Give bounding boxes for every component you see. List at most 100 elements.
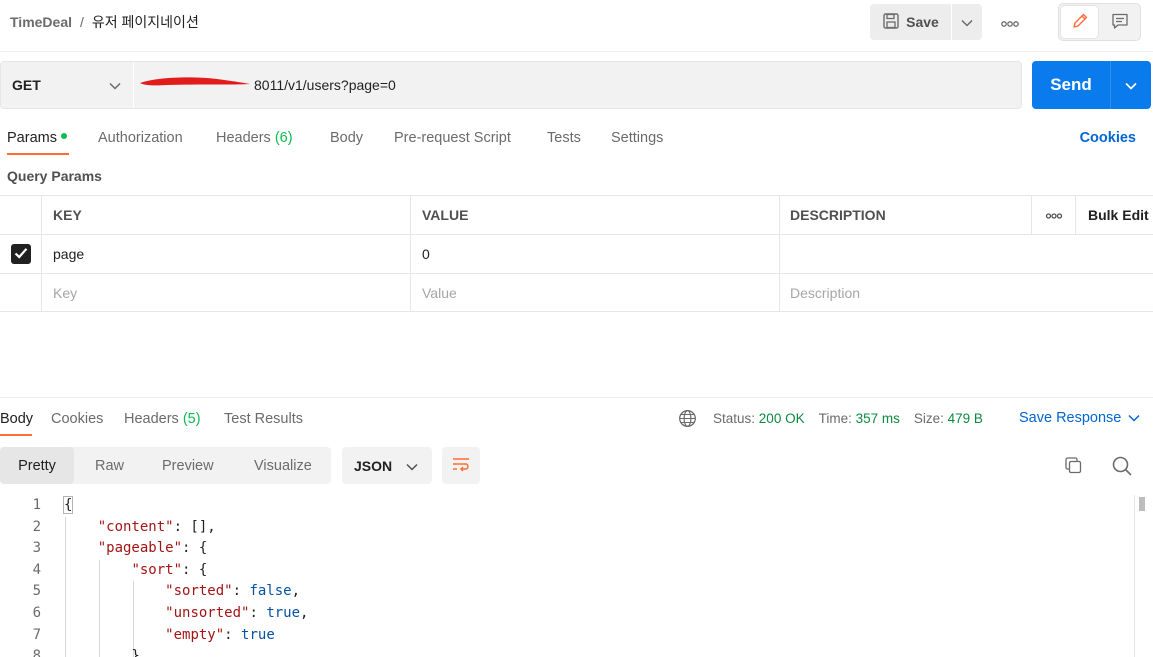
response-headers-count: (5) (182, 411, 201, 427)
query-params-heading: Query Params (7, 168, 102, 184)
size-value[interactable]: 479 B (948, 411, 983, 426)
header-check-cell (0, 196, 42, 234)
status-value[interactable]: 200 OK (759, 411, 805, 426)
url-input[interactable]: 8011/v1/users?page=0 (134, 62, 1021, 108)
request-name[interactable]: 유저 페이지네이션 (92, 12, 199, 32)
more-horizontal-icon (1045, 207, 1063, 223)
more-actions-button[interactable] (996, 12, 1024, 34)
save-options-dropdown[interactable] (952, 4, 982, 40)
size-label: Size: (913, 411, 944, 426)
cookies-link[interactable]: Cookies (1080, 130, 1136, 146)
response-divider[interactable] (0, 397, 1153, 398)
comments-button[interactable] (1101, 6, 1138, 38)
code-line: 2 "content": [], (0, 517, 1153, 539)
code-text: "sort": { (131, 561, 208, 578)
time-value[interactable]: 357 ms (856, 411, 900, 426)
tab-params-label: Params (7, 130, 57, 146)
search-response-button[interactable] (1111, 455, 1133, 477)
send-button[interactable]: Send (1032, 61, 1110, 109)
copy-response-button[interactable] (1063, 455, 1085, 477)
line-number: 7 (32, 626, 41, 643)
row-checkbox-cell (0, 274, 42, 311)
code-line: 5 "sorted": false, (0, 581, 1153, 603)
wrap-lines-button[interactable] (442, 447, 480, 484)
method-label: GET (12, 77, 41, 93)
response-tab-test-results[interactable]: Test Results (224, 411, 303, 427)
chevron-down-icon (961, 14, 973, 30)
line-number: 5 (32, 583, 41, 600)
tab-body[interactable]: Body (330, 130, 363, 146)
request-tabs: Params Authorization Headers (6) Body Pr… (0, 124, 1153, 158)
table-header-row: KEY VALUE DESCRIPTION Bulk Edit (0, 195, 1153, 234)
save-response-button[interactable]: Save Response (1019, 410, 1140, 426)
code-line: 3 "pageable": { (0, 538, 1153, 560)
response-tab-body[interactable]: Body (0, 411, 33, 427)
format-preview[interactable]: Preview (162, 447, 214, 484)
code-text: "unsorted": true, (165, 604, 309, 621)
bulk-edit-button[interactable]: Bulk Edit (1075, 196, 1153, 234)
code-line: 8 }, (0, 646, 1153, 657)
tab-settings[interactable]: Settings (611, 130, 663, 146)
format-pretty[interactable]: Pretty (0, 447, 74, 484)
format-raw[interactable]: Raw (95, 447, 124, 484)
method-select[interactable]: GET (1, 62, 134, 108)
active-response-tab-indicator (0, 434, 32, 436)
pencil-icon (1070, 11, 1090, 34)
line-number: 6 (32, 604, 41, 621)
chevron-down-icon (109, 77, 121, 93)
response-tabs: Body Cookies Headers (5) Test Results St… (0, 404, 1153, 438)
response-body-editor[interactable]: 1{ 2 "content": [], 3 "pageable": { 4 "s… (0, 495, 1153, 657)
param-description-cell[interactable] (779, 235, 1032, 273)
response-tab-headers[interactable]: Headers (5) (124, 411, 201, 427)
format-visualize[interactable]: Visualize (254, 447, 312, 484)
code-line: 1{ (0, 495, 1153, 517)
new-param-description-input[interactable]: Description (779, 274, 1032, 311)
line-number: 3 (32, 540, 41, 557)
column-options-button[interactable] (1031, 196, 1075, 234)
line-number: 8 (32, 648, 41, 657)
language-select[interactable]: JSON (342, 447, 432, 484)
tab-headers[interactable]: Headers (6) (216, 130, 293, 146)
chevron-down-icon (406, 458, 418, 474)
request-header: TimeDeal / 유저 페이지네이션 Save (0, 0, 1153, 52)
code-text: "content": [], (97, 518, 216, 535)
new-param-value-input[interactable]: Value (410, 274, 780, 311)
code-text: { (62, 496, 74, 514)
send-button-group: Send (1032, 61, 1151, 109)
table-row-empty: Key Value Description (0, 273, 1153, 312)
tab-prerequest-script[interactable]: Pre-request Script (394, 130, 511, 146)
active-tab-indicator (7, 153, 69, 155)
time-label: Time: (818, 411, 852, 426)
globe-icon[interactable] (678, 409, 697, 428)
save-response-label: Save Response (1019, 410, 1122, 426)
new-param-key-input[interactable]: Key (41, 274, 411, 311)
param-key-cell[interactable]: page (41, 235, 411, 273)
line-number: 2 (32, 518, 41, 535)
url-bar: GET 8011/v1/users?page=0 (0, 61, 1022, 109)
chevron-down-icon (1125, 77, 1137, 93)
code-text: "empty": true (165, 626, 275, 643)
editor-scrollbar[interactable] (1139, 497, 1145, 511)
edit-mode-button[interactable] (1061, 6, 1098, 38)
send-options-dropdown[interactable] (1110, 61, 1151, 109)
wrap-lines-icon (451, 456, 471, 475)
search-icon (1111, 456, 1133, 480)
params-active-dot (60, 133, 67, 139)
response-format-bar: Pretty Raw Preview Visualize JSON (0, 447, 1153, 485)
response-tab-cookies[interactable]: Cookies (51, 411, 103, 427)
tab-params[interactable]: Params (7, 130, 67, 146)
code-line: 6 "unsorted": true, (0, 603, 1153, 625)
column-header-value: VALUE (410, 196, 780, 234)
tab-tests[interactable]: Tests (547, 130, 581, 146)
code-line: 4 "sort": { (0, 560, 1153, 582)
param-enabled-checkbox[interactable] (11, 244, 31, 264)
status-label: Status: (713, 411, 756, 426)
format-options: Pretty Raw Preview Visualize (0, 447, 331, 484)
response-tab-headers-label: Headers (124, 411, 179, 427)
tab-authorization[interactable]: Authorization (98, 130, 183, 146)
param-value-cell[interactable]: 0 (410, 235, 780, 273)
copy-icon (1063, 457, 1083, 478)
checkmark-icon (14, 246, 28, 262)
save-button[interactable]: Save (870, 4, 951, 40)
breadcrumb-collection[interactable]: TimeDeal (10, 14, 72, 30)
